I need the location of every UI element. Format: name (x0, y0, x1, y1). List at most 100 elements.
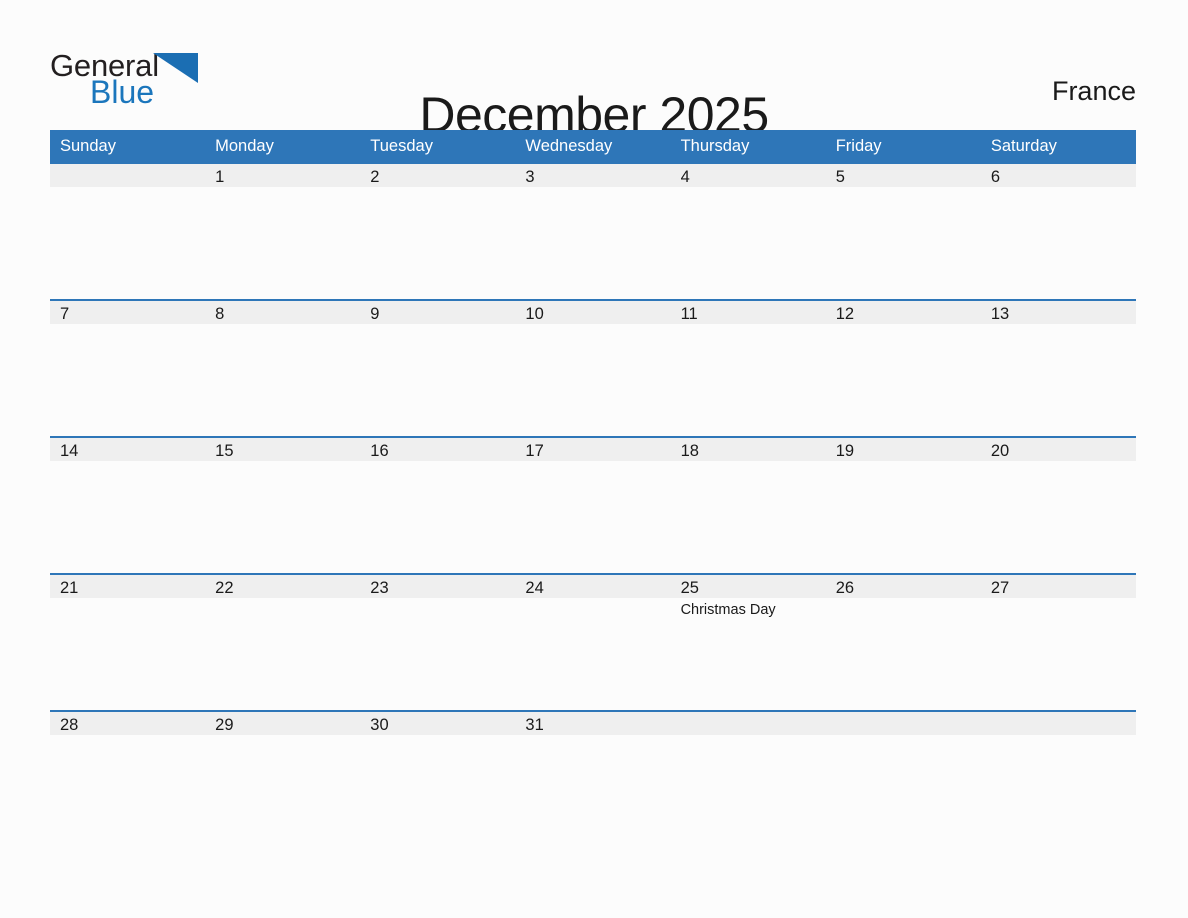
calendar-week-row: 28 29 30 31 (50, 710, 1136, 912)
calendar-day-cell[interactable]: 28 (50, 710, 206, 912)
calendar-empty-cell (50, 164, 206, 300)
day-number: 23 (360, 575, 516, 598)
calendar-day-cell[interactable]: 20 (980, 436, 1136, 574)
day-number (825, 712, 981, 735)
day-events (360, 187, 515, 191)
calendar-day-cell[interactable]: 24 (515, 573, 671, 711)
calendar-day-cell[interactable]: 6 (980, 164, 1136, 300)
day-number: 18 (670, 438, 826, 461)
page-header: General Blue December 2025 France (0, 0, 1188, 143)
calendar-day-cell[interactable]: 21 (50, 573, 206, 711)
calendar-week-row: 123456 (50, 164, 1136, 300)
day-events (360, 735, 515, 739)
day-events (205, 461, 360, 465)
calendar-day-cell[interactable]: 7 (50, 299, 206, 437)
day-number: 3 (515, 164, 671, 187)
day-events (981, 324, 1136, 328)
calendar-day-cell[interactable]: 9 (360, 299, 516, 437)
day-number: 25 (670, 575, 826, 598)
calendar-day-cell[interactable]: 19 (825, 436, 981, 574)
calendar-day-cell[interactable]: 26 (825, 573, 981, 711)
day-events (515, 461, 670, 465)
calendar-week-row: 7 8 9 10 11 12 13 (50, 299, 1136, 437)
day-events (205, 735, 360, 739)
calendar-day-cell[interactable]: 29 (205, 710, 361, 912)
calendar-day-cell[interactable]: 18 (670, 436, 826, 574)
day-events (515, 324, 670, 328)
holiday-event: Christmas Day (680, 602, 776, 618)
day-number: 24 (515, 575, 671, 598)
calendar-day-cell[interactable]: 15 (205, 436, 361, 574)
day-events (50, 735, 205, 739)
weekday-header-thursday: Thursday (670, 130, 826, 164)
calendar-day-cell[interactable]: 22 (205, 573, 361, 711)
calendar-day-cell[interactable]: 4 (670, 164, 826, 300)
calendar-day-cell[interactable]: 13 (980, 299, 1136, 437)
day-number (50, 164, 206, 187)
calendar-empty-cell (670, 710, 826, 912)
weekday-header-tuesday: Tuesday (360, 130, 516, 164)
calendar-day-cell[interactable]: 14 (50, 436, 206, 574)
day-number: 21 (50, 575, 206, 598)
day-number: 8 (205, 301, 361, 324)
day-number: 1 (205, 164, 361, 187)
day-events (671, 461, 826, 465)
day-events (515, 598, 670, 602)
day-events (360, 598, 515, 602)
day-number: 6 (980, 164, 1136, 187)
day-events (671, 187, 826, 191)
weekday-header-sunday: Sunday (50, 130, 206, 164)
day-number: 30 (360, 712, 516, 735)
calendar-day-cell[interactable]: 31 (515, 710, 671, 912)
day-events (981, 735, 1136, 739)
day-events (50, 598, 205, 602)
calendar-empty-cell (980, 710, 1136, 912)
day-number: 9 (360, 301, 516, 324)
day-events (50, 324, 205, 328)
weekday-header-friday: Friday (825, 130, 981, 164)
day-events: Christmas Day (671, 598, 826, 619)
day-number: 16 (360, 438, 516, 461)
day-number: 12 (825, 301, 981, 324)
calendar-day-cell[interactable]: 30 (360, 710, 516, 912)
day-events (50, 187, 205, 191)
calendar-day-cell[interactable]: 17 (515, 436, 671, 574)
calendar-week-row: 21 22 23 24 25 Christmas Day 26 27 (50, 573, 1136, 711)
day-events (671, 324, 826, 328)
day-number (670, 712, 826, 735)
day-number: 26 (825, 575, 981, 598)
day-events (515, 187, 670, 191)
calendar-day-cell[interactable]: 11 (670, 299, 826, 437)
day-number: 22 (205, 575, 361, 598)
calendar-day-cell[interactable]: 5 (825, 164, 981, 300)
day-events (515, 735, 670, 739)
day-number: 27 (980, 575, 1136, 598)
calendar-header-row-group: Sunday Monday Tuesday Wednesday Thursday… (50, 130, 1136, 164)
month-calendar-table: Sunday Monday Tuesday Wednesday Thursday… (50, 130, 1136, 912)
calendar-day-cell[interactable]: 23 (360, 573, 516, 711)
day-number: 13 (980, 301, 1136, 324)
calendar-day-cell[interactable]: 25 Christmas Day (670, 573, 826, 711)
calendar-day-cell[interactable]: 2 (360, 164, 516, 300)
calendar-day-cell[interactable]: 8 (205, 299, 361, 437)
day-number: 29 (205, 712, 361, 735)
day-events (360, 461, 515, 465)
logo-triangle-icon (153, 53, 198, 83)
day-number: 10 (515, 301, 671, 324)
day-events (50, 461, 205, 465)
calendar-day-cell[interactable]: 1 (205, 164, 361, 300)
day-events (671, 735, 826, 739)
day-events (205, 324, 360, 328)
calendar-body: 1 2 3 4 5 6 7 8 9 10 11 12 13 14 15 16 17 18 19 20 21 22 23 24 2… (50, 164, 1136, 912)
calendar-day-cell[interactable]: 16 (360, 436, 516, 574)
calendar-day-cell[interactable]: 27 (980, 573, 1136, 711)
day-number: 14 (50, 438, 206, 461)
weekday-header-row: Sunday Monday Tuesday Wednesday Thursday… (50, 130, 1136, 164)
weekday-header-wednesday: Wednesday (515, 130, 671, 164)
calendar-day-cell[interactable]: 10 (515, 299, 671, 437)
calendar-day-cell[interactable]: 12 (825, 299, 981, 437)
day-events (826, 735, 981, 739)
day-number: 17 (515, 438, 671, 461)
day-events (826, 324, 981, 328)
calendar-day-cell[interactable]: 3 (515, 164, 671, 300)
